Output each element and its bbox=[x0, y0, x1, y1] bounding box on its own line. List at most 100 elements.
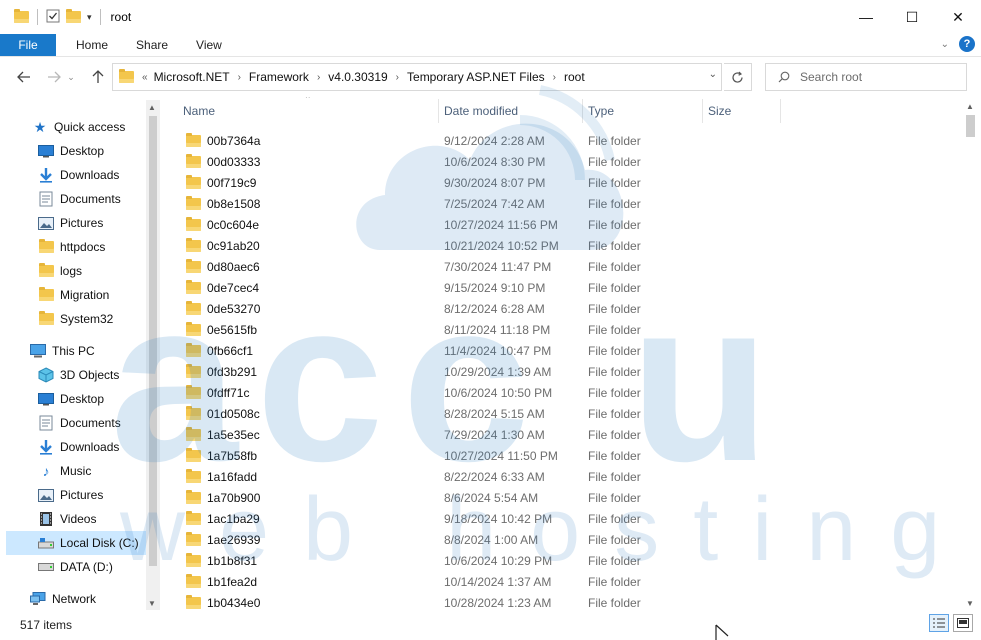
column-header-date[interactable]: Date modified bbox=[444, 97, 580, 125]
nav-migration[interactable]: Migration bbox=[38, 283, 109, 307]
tab-share[interactable]: Share bbox=[122, 34, 182, 56]
nav-videos[interactable]: Videos bbox=[38, 507, 96, 531]
large-icons-view-button[interactable] bbox=[953, 614, 973, 632]
type-cell: File folder bbox=[588, 217, 641, 232]
table-row[interactable]: 0de53270 8/12/2024 6:28 AM File folder bbox=[172, 298, 962, 319]
table-row[interactable]: 0c0c604e 10/27/2024 11:56 PM File folder bbox=[172, 214, 962, 235]
table-row[interactable]: 0b8e1508 7/25/2024 7:42 AM File folder bbox=[172, 193, 962, 214]
table-row[interactable]: 1b1fea2d 10/14/2024 1:37 AM File folder bbox=[172, 571, 962, 592]
nav-scrollbar[interactable]: ▲ ▼ bbox=[146, 100, 160, 610]
nav-3d-objects[interactable]: 3D Objects bbox=[38, 363, 119, 387]
content-scrollbar[interactable]: ▲ ▼ bbox=[962, 97, 979, 610]
nav-network[interactable]: Network bbox=[30, 587, 96, 610]
scroll-down-icon[interactable]: ▼ bbox=[966, 599, 974, 608]
nav-label: Pictures bbox=[60, 216, 104, 230]
table-row[interactable]: 0fdff71c 10/6/2024 10:50 PM File folder bbox=[172, 382, 962, 403]
scrollbar-thumb[interactable] bbox=[966, 115, 975, 137]
properties-icon[interactable] bbox=[46, 9, 60, 26]
table-row[interactable]: 0d80aec6 7/30/2024 11:47 PM File folder bbox=[172, 256, 962, 277]
forward-button[interactable] bbox=[42, 65, 66, 89]
nav-pc-pictures[interactable]: Pictures bbox=[38, 483, 103, 507]
expand-ribbon-icon[interactable]: ⌄ bbox=[941, 39, 949, 50]
chevron-right-icon[interactable]: › bbox=[317, 72, 320, 83]
close-button[interactable]: ✕ bbox=[935, 0, 981, 34]
tab-file[interactable]: File bbox=[0, 34, 56, 56]
nav-data-drive[interactable]: DATA (D:) bbox=[38, 555, 113, 579]
column-divider[interactable] bbox=[438, 99, 439, 123]
column-header-size[interactable]: Size bbox=[708, 97, 778, 125]
scroll-up-icon[interactable]: ▲ bbox=[966, 102, 974, 111]
folder-icon bbox=[186, 216, 207, 231]
column-divider[interactable] bbox=[780, 99, 781, 123]
overflow-crumb[interactable]: « bbox=[142, 72, 148, 83]
table-row[interactable]: 1ac1ba29 9/18/2024 10:42 PM File folder bbox=[172, 508, 962, 529]
table-row[interactable]: 1b1b8f31 10/6/2024 10:29 PM File folder bbox=[172, 550, 962, 571]
new-folder-icon[interactable] bbox=[66, 9, 81, 23]
help-icon[interactable]: ? bbox=[959, 36, 975, 52]
breadcrumb-temp-asp[interactable]: Temporary ASP.NET Files bbox=[407, 70, 545, 84]
table-row[interactable]: 0e5615fb 8/11/2024 11:18 PM File folder bbox=[172, 319, 962, 340]
nav-downloads[interactable]: Downloads 📌 bbox=[38, 163, 146, 187]
up-button[interactable] bbox=[86, 65, 110, 89]
maximize-button[interactable]: ☐ bbox=[889, 0, 935, 34]
table-row[interactable]: 1a16fadd 8/22/2024 6:33 AM File folder bbox=[172, 466, 962, 487]
nav-httpdocs[interactable]: httpdocs bbox=[38, 235, 105, 259]
table-row[interactable]: 0fb66cf1 11/4/2024 10:47 PM File folder bbox=[172, 340, 962, 361]
nav-pc-downloads[interactable]: Downloads bbox=[38, 435, 119, 459]
table-row[interactable]: 01d0508c 8/28/2024 5:15 AM File folder bbox=[172, 403, 962, 424]
table-row[interactable]: 0c91ab20 10/21/2024 10:52 PM File folder bbox=[172, 235, 962, 256]
table-row[interactable]: 1a5e35ec 7/29/2024 1:30 AM File folder bbox=[172, 424, 962, 445]
scroll-up-icon[interactable]: ▲ bbox=[148, 103, 156, 112]
back-button[interactable] bbox=[12, 65, 36, 89]
table-row[interactable]: 00d03333 10/6/2024 8:30 PM File folder bbox=[172, 151, 962, 172]
column-divider[interactable] bbox=[702, 99, 703, 123]
nav-logs[interactable]: logs bbox=[38, 259, 82, 283]
table-row[interactable]: 1a70b900 8/6/2024 5:54 AM File folder bbox=[172, 487, 962, 508]
table-row[interactable]: 00f719c9 9/30/2024 8:07 PM File folder bbox=[172, 172, 962, 193]
nav-pc-documents[interactable]: Documents bbox=[38, 411, 121, 435]
chevron-right-icon[interactable]: › bbox=[553, 72, 556, 83]
breadcrumb-framework[interactable]: Framework bbox=[249, 70, 309, 84]
tab-home[interactable]: Home bbox=[56, 34, 122, 56]
nav-this-pc[interactable]: This PC bbox=[30, 339, 95, 363]
nav-music[interactable]: ♪ Music bbox=[38, 459, 92, 483]
chevron-down-icon[interactable]: ⌄ bbox=[709, 69, 717, 80]
column-header-type[interactable]: Type bbox=[588, 97, 698, 125]
nav-pictures[interactable]: Pictures 📌 bbox=[38, 211, 146, 235]
scroll-down-icon[interactable]: ▼ bbox=[148, 599, 156, 608]
nav-quick-access[interactable]: ★ Quick access bbox=[32, 115, 126, 139]
table-row[interactable]: 00b7364a 9/12/2024 2:28 AM File folder bbox=[172, 130, 962, 151]
table-row[interactable]: 1b0434e0 10/28/2024 1:23 AM File folder bbox=[172, 592, 962, 610]
breadcrumb-root[interactable]: root bbox=[564, 70, 585, 84]
search-input[interactable] bbox=[800, 70, 950, 84]
scrollbar-thumb[interactable] bbox=[149, 116, 157, 566]
minimize-button[interactable]: — bbox=[843, 0, 889, 34]
customize-qat-icon[interactable]: ▾ bbox=[87, 12, 92, 23]
details-view-button[interactable] bbox=[929, 614, 949, 632]
table-row[interactable]: 0fd3b291 10/29/2024 1:39 AM File folder bbox=[172, 361, 962, 382]
breadcrumb-microsoft-net[interactable]: Microsoft.NET bbox=[154, 70, 230, 84]
tab-view[interactable]: View bbox=[182, 34, 236, 56]
chevron-right-icon[interactable]: › bbox=[238, 72, 241, 83]
nav-pc-desktop[interactable]: Desktop bbox=[38, 387, 104, 411]
date-modified-cell: 7/30/2024 11:47 PM bbox=[444, 259, 552, 274]
search-box[interactable] bbox=[765, 63, 967, 91]
refresh-button[interactable] bbox=[724, 63, 752, 91]
table-row[interactable]: 0de7cec4 9/15/2024 9:10 PM File folder bbox=[172, 277, 962, 298]
address-bar[interactable]: « Microsoft.NET › Framework › v4.0.30319… bbox=[112, 63, 722, 91]
type-cell: File folder bbox=[588, 364, 641, 379]
folder-icon bbox=[14, 9, 29, 23]
column-divider[interactable] bbox=[582, 99, 583, 123]
table-row[interactable]: 1a7b58fb 10/27/2024 11:50 PM File folder bbox=[172, 445, 962, 466]
nav-desktop[interactable]: Desktop 📌 bbox=[38, 139, 146, 163]
chevron-right-icon[interactable]: › bbox=[396, 72, 399, 83]
nav-system32[interactable]: System32 bbox=[38, 307, 113, 331]
recent-locations-button[interactable]: ⌄ bbox=[64, 65, 78, 89]
file-name-cell: 1ae26939 bbox=[186, 531, 260, 547]
nav-local-disk[interactable]: Local Disk (C:) bbox=[6, 531, 146, 555]
table-row[interactable]: 1ae26939 8/8/2024 1:00 AM File folder bbox=[172, 529, 962, 550]
breadcrumb-version[interactable]: v4.0.30319 bbox=[328, 70, 387, 84]
folder-icon bbox=[38, 239, 54, 255]
nav-documents[interactable]: Documents 📌 bbox=[38, 187, 146, 211]
file-name: 1a70b900 bbox=[207, 490, 261, 505]
